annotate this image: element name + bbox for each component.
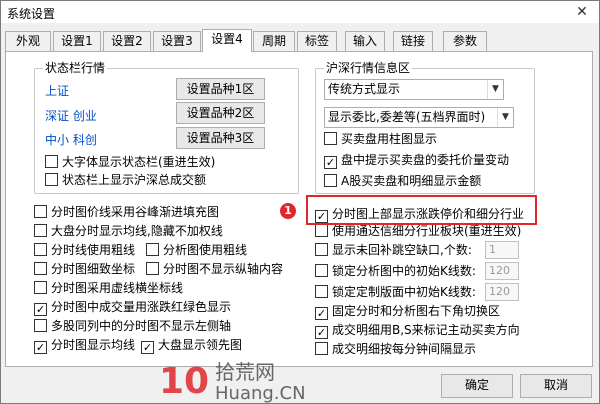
tab-params[interactable]: 参数	[443, 31, 487, 51]
set-zone1-button[interactable]: 设置品种1区	[176, 78, 265, 100]
close-icon[interactable]: ✕	[573, 3, 591, 21]
tab-input[interactable]: 输入	[345, 31, 385, 51]
checkbox-box[interactable]	[34, 224, 47, 237]
cancel-button[interactable]: 取消	[520, 374, 592, 398]
checkbox-box[interactable]	[45, 173, 58, 186]
checkbox-large-font[interactable]: 大字体显示状态栏(重进生效)	[45, 155, 215, 171]
ok-button[interactable]: 确定	[441, 374, 513, 398]
checkbox-box[interactable]	[324, 132, 337, 145]
tab-settings2[interactable]: 设置2	[103, 31, 151, 51]
checkbox-order-change[interactable]: ✓ 盘中提示买卖盘的委托价量变动	[324, 153, 509, 169]
checkbox-lock-custom-k[interactable]: 锁定定制版面中初始K线数:	[315, 285, 476, 301]
checkbox-box[interactable]	[146, 262, 159, 275]
checkbox-analysis-bold[interactable]: 分析图使用粗线	[146, 243, 247, 259]
highlight-box	[306, 195, 537, 225]
tab-appearance[interactable]: 外观	[5, 31, 51, 51]
checkbox-hide-left-axis[interactable]: 多股同列中的分时图不显示左侧轴	[34, 319, 231, 335]
gap-count-input[interactable]: 1	[485, 241, 519, 259]
checkbox-box[interactable]	[315, 264, 328, 277]
window-title: 系统设置	[7, 7, 56, 21]
checkbox-box[interactable]	[146, 243, 159, 256]
checkbox-tdx-industry[interactable]: 使用通达信细分行业板块(重进生效)	[315, 224, 521, 240]
checkbox-dashed-grid[interactable]: 分时图采用虚线横坐标线	[34, 281, 183, 297]
checkbox-box[interactable]	[315, 224, 328, 237]
checkbox-leading-chart[interactable]: ✓ 大盘显示领先图	[141, 338, 242, 354]
watermark-logo: 10 拾荒网 Huang.CN	[159, 360, 306, 403]
checkbox-box[interactable]	[34, 262, 47, 275]
checkbox-amount[interactable]: A股买卖盘和明细显示金额	[324, 174, 481, 190]
tab-period[interactable]: 周期	[253, 31, 295, 51]
checkbox-box[interactable]	[324, 174, 337, 187]
checkbox-bar-chart[interactable]: 买卖盘用柱图显示	[324, 132, 437, 148]
checkbox-hide-yaxis[interactable]: 分时图不显示纵轴内容	[146, 262, 283, 278]
tab-labels[interactable]: 标签	[297, 31, 337, 51]
checkbox-show-avg-line[interactable]: ✓ 分时图显示均线	[34, 338, 135, 354]
checkbox-box[interactable]	[315, 285, 328, 298]
tab-links[interactable]: 链接	[393, 31, 433, 51]
set-zone3-button[interactable]: 设置品种3区	[176, 127, 265, 149]
checkbox-box[interactable]	[34, 319, 47, 332]
svg-text:10: 10	[159, 361, 209, 402]
chevron-down-icon[interactable]: ▼	[487, 80, 503, 99]
checkbox-fixed-switch-area[interactable]: ✓ 固定分时和分析图右下角切换区	[315, 304, 500, 320]
checkbox-box[interactable]: ✓	[141, 341, 154, 354]
checkbox-box[interactable]	[34, 281, 47, 294]
display-mode-select[interactable]: 传统方式显示 ▼	[324, 79, 504, 100]
status-bar-group: 状态栏行情 上证 深证 创业 中小 科创 设置品种1区 设置品种2区 设置品种3…	[34, 61, 299, 194]
chevron-down-icon[interactable]: ▼	[497, 108, 513, 127]
svg-text:拾荒网: 拾荒网	[215, 360, 275, 384]
market-label-sme: 中小 科创	[45, 133, 97, 147]
checkbox-box[interactable]	[34, 243, 47, 256]
tab-settings1[interactable]: 设置1	[53, 31, 101, 51]
analysis-k-input[interactable]: 120	[485, 262, 519, 280]
checkbox-fine-axis[interactable]: 分时图细致坐标	[34, 262, 135, 278]
checkbox-valley-fill[interactable]: 分时图价线采用谷峰渐进填充图	[34, 205, 219, 221]
checkbox-lock-analysis-k[interactable]: 锁定分析图中的初始K线数:	[315, 264, 476, 280]
checkbox-bs-mark[interactable]: ✓ 成交明细用B,S来标记主动买卖方向	[315, 323, 520, 339]
group-title: 状态栏行情	[43, 61, 108, 75]
tab-strip: 外观 设置1 设置2 设置3 设置4 周期 标签 输入 链接 参数	[3, 29, 599, 52]
market-label-sz: 深证 创业	[45, 109, 97, 123]
checkbox-box[interactable]: ✓	[315, 326, 328, 339]
checkbox-box[interactable]	[34, 205, 47, 218]
set-zone2-button[interactable]: 设置品种2区	[176, 102, 265, 124]
tab-settings3[interactable]: 设置3	[153, 31, 201, 51]
checkbox-box[interactable]: ✓	[34, 341, 47, 354]
title-bar: 系统设置 ✕	[1, 1, 599, 23]
checkbox-box[interactable]: ✓	[34, 303, 47, 316]
custom-k-input[interactable]: 120	[485, 283, 519, 301]
market-info-group: 沪深行情信息区 传统方式显示 ▼ 显示委比,委差等(五档界面时) ▼ 买卖盘用柱图显…	[315, 61, 535, 194]
checkbox-box[interactable]: ✓	[315, 307, 328, 320]
svg-text:Huang.CN: Huang.CN	[215, 383, 306, 403]
order-info-select[interactable]: 显示委比,委差等(五档界面时) ▼	[324, 107, 514, 128]
checkbox-box[interactable]	[315, 243, 328, 256]
tab-settings4[interactable]: 设置4	[202, 29, 252, 52]
settings-dialog: 系统设置 ✕ 外观 设置1 设置2 设置3 设置4 周期 标签 输入 链接 参数…	[0, 0, 600, 404]
checkbox-intraday-bold[interactable]: 分时线使用粗线	[34, 243, 135, 259]
annotation-badge: 1	[280, 203, 296, 219]
checkbox-index-avg[interactable]: 大盘分时显示均线,隐藏不加权线	[34, 224, 223, 240]
checkbox-box[interactable]: ✓	[324, 156, 337, 169]
checkbox-total-turnover[interactable]: 状态栏上显示沪深总成交额	[45, 173, 206, 189]
checkbox-box[interactable]	[315, 342, 328, 355]
market-label-sh: 上证	[45, 84, 70, 98]
checkbox-gap-count[interactable]: 显示未回补跳空缺口,个数:	[315, 243, 472, 259]
checkbox-volume-color[interactable]: ✓ 分时图中成交量用涨跌红绿色显示	[34, 300, 231, 316]
checkbox-box[interactable]	[45, 155, 58, 168]
group-title: 沪深行情信息区	[324, 61, 413, 75]
